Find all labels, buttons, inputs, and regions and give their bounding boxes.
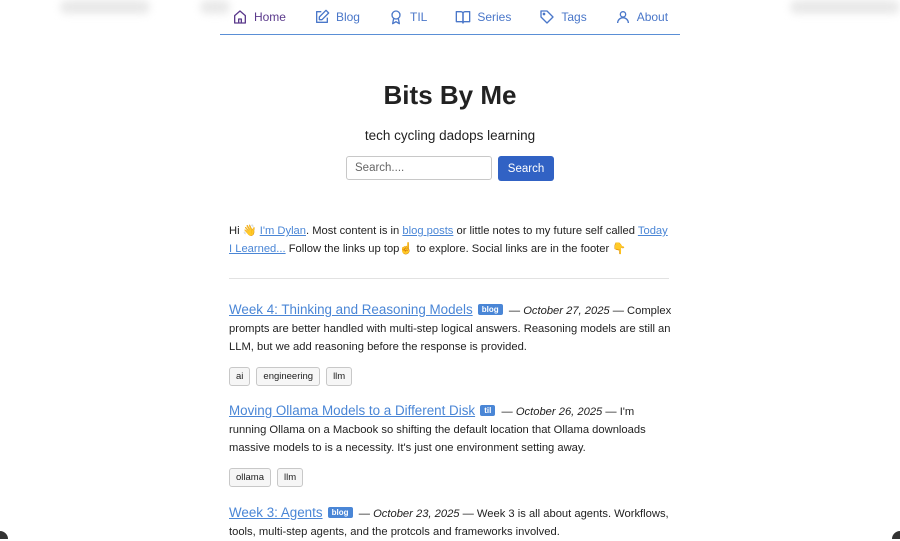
site-title: Bits By Me: [383, 80, 517, 110]
nav-til[interactable]: TIL: [388, 9, 427, 25]
post-date: October 26, 2025: [515, 406, 603, 418]
nav-blog-label: Blog: [335, 10, 360, 24]
nav-about-label: About: [636, 10, 669, 24]
post-tags: ai engineering llm: [229, 367, 353, 386]
intro-text-1: . Most content is in: [306, 225, 403, 237]
post-date: October 27, 2025: [523, 305, 610, 317]
nav-home-label: Home: [253, 10, 286, 24]
nav-til-label: TIL: [409, 10, 428, 24]
book-open-icon: [455, 11, 471, 24]
post-title-link[interactable]: Week 4: Thinking and Reasoning Models: [229, 302, 473, 317]
post-type-badge: blog: [477, 304, 503, 315]
post-type-badge: til: [480, 405, 496, 416]
top-nav: Home Blog TIL Series Tags About: [220, 0, 680, 35]
nav-series[interactable]: Series: [455, 9, 511, 25]
tag-icon: [540, 10, 555, 24]
nav-blog[interactable]: Blog: [314, 9, 360, 25]
tag-chip[interactable]: llm: [326, 367, 353, 386]
divider: [229, 278, 669, 279]
post-date: October 23, 2025: [373, 508, 460, 520]
nav-series-label: Series: [477, 10, 512, 24]
user-icon: [616, 11, 629, 24]
home-icon: [233, 10, 246, 24]
intro-text-2: or little notes to my future self called: [453, 225, 638, 237]
search-input[interactable]: [346, 156, 492, 180]
post-item: Week 3: Agents blog — October 23, 2025 —…: [229, 505, 669, 538]
post-title-link[interactable]: Moving Ollama Models to a Different Disk: [229, 403, 475, 418]
nav-about[interactable]: About: [615, 9, 668, 25]
intro-text-3: Follow the links up top☝️ to explore. So…: [285, 243, 627, 255]
tag-chip[interactable]: ollama: [229, 468, 271, 487]
nav-tags[interactable]: Tags: [539, 9, 587, 25]
post-tags: ollama llm: [229, 468, 304, 487]
tag-chip[interactable]: llm: [277, 468, 304, 487]
intro-paragraph: Hi 👋 I'm Dylan. Most content is in blog …: [229, 222, 669, 258]
edit-icon: [315, 9, 330, 23]
nav-home[interactable]: Home: [232, 9, 286, 25]
post-item: Moving Ollama Models to a Different Disk…: [229, 403, 646, 454]
about-me-link[interactable]: I'm Dylan: [260, 225, 306, 237]
post-item: Week 4: Thinking and Reasoning Models bl…: [229, 302, 672, 353]
post-title-link[interactable]: Week 3: Agents: [229, 505, 323, 520]
award-icon: [391, 10, 401, 25]
post-type-badge: blog: [327, 507, 353, 518]
intro-greeting: Hi 👋: [229, 225, 260, 237]
search-button[interactable]: Search: [498, 156, 554, 181]
tag-chip[interactable]: ai: [229, 367, 251, 386]
blog-posts-link[interactable]: blog posts: [402, 225, 453, 237]
site-tagline: tech cycling dadops learning: [364, 128, 536, 143]
tag-chip[interactable]: engineering: [256, 367, 321, 386]
nav-tags-label: Tags: [561, 10, 587, 24]
